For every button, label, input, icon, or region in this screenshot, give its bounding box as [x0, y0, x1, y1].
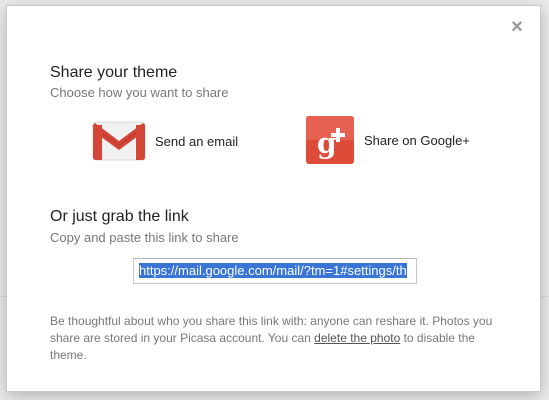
- send-email-label: Send an email: [155, 133, 239, 149]
- google-plus-icon: g: [305, 116, 355, 164]
- share-theme-title: Share your theme: [50, 64, 178, 81]
- delete-photo-link[interactable]: delete the photo: [314, 331, 400, 345]
- share-theme-dialog: × Share your theme Choose how you want t…: [6, 5, 541, 392]
- grab-link-subtitle: Copy and paste this link to share: [50, 230, 239, 245]
- share-theme-subtitle: Choose how you want to share: [50, 85, 229, 100]
- share-google-plus-label: Share on Google+: [364, 132, 470, 148]
- share-link-text: https://mail.google.com/mail/?tm=1#setti…: [139, 263, 407, 278]
- grab-link-title: Or just grab the link: [50, 208, 189, 225]
- gmail-icon: [91, 118, 146, 164]
- share-google-plus-option[interactable]: g Share on Google+: [305, 116, 470, 164]
- close-button[interactable]: ×: [506, 16, 528, 38]
- share-warning-note: Be thoughtful about who you share this l…: [50, 313, 510, 364]
- send-email-option[interactable]: Send an email: [91, 118, 238, 164]
- svg-text:g: g: [317, 127, 337, 160]
- share-link-field[interactable]: https://mail.google.com/mail/?tm=1#setti…: [133, 258, 417, 284]
